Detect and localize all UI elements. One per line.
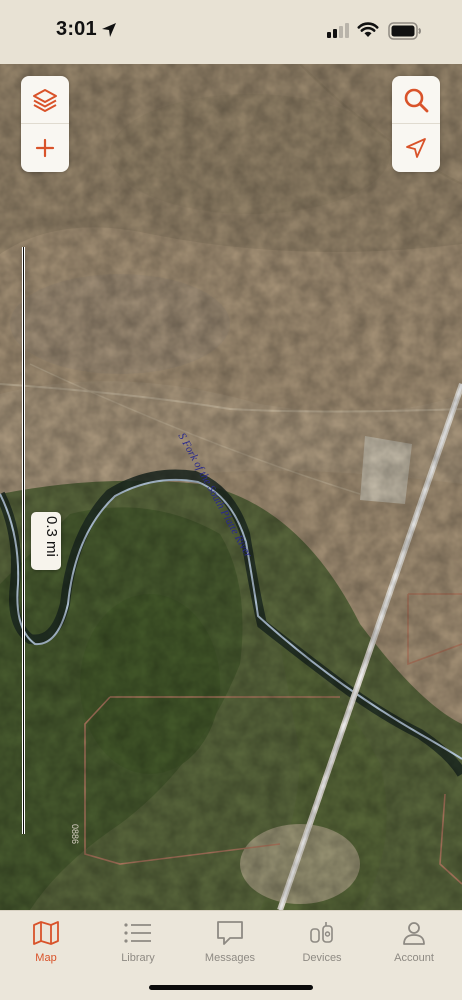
road-number-label: 0886 bbox=[70, 824, 80, 845]
tab-library[interactable]: Library bbox=[92, 919, 184, 969]
battery-icon bbox=[388, 22, 421, 40]
tab-label: Account bbox=[394, 952, 434, 964]
list-icon bbox=[124, 923, 151, 943]
tab-messages[interactable]: Messages bbox=[184, 919, 276, 969]
search-button[interactable] bbox=[392, 76, 440, 124]
message-icon bbox=[217, 921, 243, 945]
map-controls-right bbox=[392, 76, 440, 172]
map-view[interactable]: S Fork of the South Platte River 0886 0.… bbox=[0, 64, 462, 910]
map-icon bbox=[33, 921, 59, 945]
tab-label: Messages bbox=[204, 952, 256, 964]
wifi-icon bbox=[357, 22, 379, 37]
layers-button[interactable] bbox=[21, 76, 69, 124]
status-bar: 3:01 bbox=[0, 0, 462, 64]
scale-label: 0.3 mi bbox=[31, 512, 61, 570]
scale-text: 0.3 mi bbox=[43, 516, 60, 557]
tab-label: Map bbox=[35, 952, 57, 964]
search-icon bbox=[404, 88, 429, 112]
tab-map[interactable]: Map bbox=[0, 919, 92, 969]
satellite-terrain bbox=[0, 64, 462, 910]
tab-devices[interactable]: Devices bbox=[276, 919, 368, 969]
plus-icon bbox=[35, 138, 55, 158]
cellular-signal-icon bbox=[327, 23, 349, 38]
person-icon bbox=[403, 922, 425, 945]
tab-account[interactable]: Account bbox=[368, 919, 460, 969]
tab-label: Devices bbox=[302, 952, 342, 964]
devices-icon bbox=[310, 922, 333, 943]
tab-label: Library bbox=[121, 952, 155, 964]
location-arrow-icon bbox=[102, 23, 116, 37]
status-time: 3:01 bbox=[56, 18, 97, 40]
locate-button[interactable] bbox=[392, 124, 440, 172]
map-controls-left bbox=[21, 76, 69, 172]
add-button[interactable] bbox=[21, 124, 69, 172]
scale-bar bbox=[22, 247, 25, 834]
navigation-arrow-icon bbox=[406, 138, 426, 158]
layers-icon bbox=[33, 88, 57, 112]
home-indicator bbox=[149, 985, 313, 990]
